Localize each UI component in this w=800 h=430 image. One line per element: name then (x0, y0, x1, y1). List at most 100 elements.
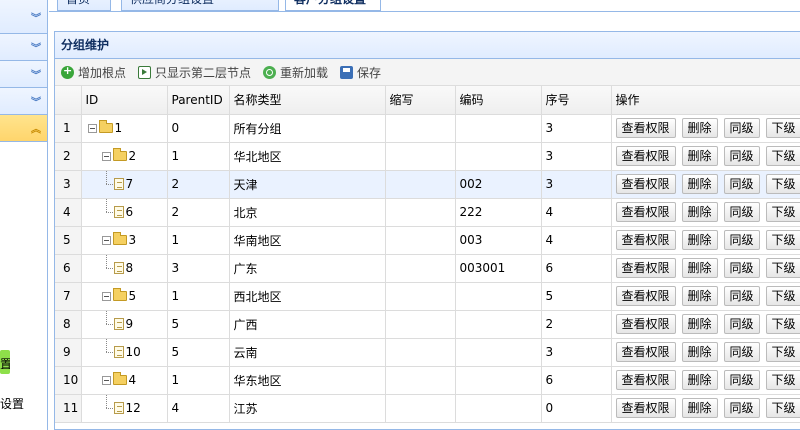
cell-seq: 3 (541, 338, 612, 367)
view-permission-button[interactable]: 查看权限 (615, 370, 676, 390)
add-child-button[interactable]: 下级 (765, 398, 800, 418)
delete-button[interactable]: 删除 (681, 258, 718, 278)
add-child-button[interactable]: 下级 (765, 370, 800, 390)
tree-node[interactable]: 9 (86, 310, 163, 331)
delete-button[interactable]: 删除 (681, 118, 718, 138)
add-sibling-button[interactable]: 同级 (723, 230, 760, 250)
add-sibling-button[interactable]: 同级 (723, 202, 760, 222)
collapse-icon[interactable] (101, 151, 111, 161)
table-row[interactable]: 1 1 0 所有分组 3 查看权限 删除 同级 下级 (55, 114, 800, 143)
filter-icon (138, 65, 152, 79)
add-root-button[interactable]: 增加根点 (61, 64, 126, 81)
view-permission-button[interactable]: 查看权限 (615, 230, 676, 250)
delete-button[interactable]: 删除 (681, 286, 718, 306)
nav-section-2[interactable]: ︾ (0, 34, 47, 61)
nav-section-4[interactable]: ︾ (0, 88, 47, 115)
view-permission-button[interactable]: 查看权限 (615, 118, 676, 138)
nav-section-1[interactable]: ︾ (0, 0, 47, 34)
add-sibling-button[interactable]: 同级 (723, 258, 760, 278)
collapse-icon[interactable] (87, 123, 97, 133)
cell-seq: 6 (541, 366, 612, 395)
view-permission-button[interactable]: 查看权限 (615, 314, 676, 334)
reload-button[interactable]: 重新加载 (263, 64, 328, 81)
tab-supplier-group[interactable]: 供应商分组设置 (121, 0, 279, 11)
add-sibling-button[interactable]: 同级 (723, 342, 760, 362)
add-sibling-button[interactable]: 同级 (723, 370, 760, 390)
view-permission-button[interactable]: 查看权限 (615, 146, 676, 166)
table-row[interactable]: 9 10 5 云南 3 查看权限 删除 同级 下级 (55, 338, 800, 367)
tab-customer-group[interactable]: 客户分组设置 (285, 0, 381, 11)
delete-button[interactable]: 删除 (681, 146, 718, 166)
tree-node[interactable]: 3 (86, 232, 163, 247)
add-child-button[interactable]: 下级 (765, 118, 800, 138)
show-second-level-button[interactable]: 只显示第二层节点 (138, 64, 251, 81)
view-permission-button[interactable]: 查看权限 (615, 342, 676, 362)
delete-button[interactable]: 删除 (681, 230, 718, 250)
add-child-button[interactable]: 下级 (765, 202, 800, 222)
cell-actions: 查看权限 删除 同级 下级 (611, 394, 800, 423)
save-button[interactable]: 保存 (340, 64, 381, 81)
column-header-id[interactable]: ID (81, 86, 168, 115)
delete-button[interactable]: 删除 (681, 174, 718, 194)
table-row[interactable]: 5 3 1 华南地区 003 4 查看权限 删除 同级 下级 (55, 226, 800, 255)
node-id: 12 (125, 401, 141, 415)
column-header-actions: 操作 (611, 86, 800, 115)
delete-button[interactable]: 删除 (681, 202, 718, 222)
tree-node[interactable]: 2 (86, 148, 163, 163)
add-child-button[interactable]: 下级 (765, 146, 800, 166)
table-row[interactable]: 10 4 1 华东地区 6 查看权限 删除 同级 下级 (55, 366, 800, 395)
delete-button[interactable]: 删除 (681, 314, 718, 334)
add-sibling-button[interactable]: 同级 (723, 314, 760, 334)
column-header-abbr[interactable]: 缩写 (385, 86, 456, 115)
column-header-seq[interactable]: 序号 (541, 86, 612, 115)
view-permission-button[interactable]: 查看权限 (615, 286, 676, 306)
cell-name: 所有分组 (229, 114, 386, 143)
table-row[interactable]: 7 5 1 西北地区 5 查看权限 删除 同级 下级 (55, 282, 800, 311)
nav-item-settings[interactable]: 设置 (0, 395, 48, 412)
tree-node[interactable]: 8 (86, 254, 163, 275)
add-child-button[interactable]: 下级 (765, 230, 800, 250)
view-permission-button[interactable]: 查看权限 (615, 258, 676, 278)
tree-node[interactable]: 10 (86, 338, 163, 359)
nav-section-active[interactable]: ︽ (0, 115, 47, 142)
cell-actions: 查看权限 删除 同级 下级 (611, 310, 800, 339)
table-row[interactable]: 8 9 5 广西 2 查看权限 删除 同级 下级 (55, 310, 800, 339)
add-child-button[interactable]: 下级 (765, 258, 800, 278)
add-child-button[interactable]: 下级 (765, 174, 800, 194)
collapse-icon[interactable] (101, 235, 111, 245)
tab-home[interactable]: 首页 (57, 0, 111, 11)
add-sibling-button[interactable]: 同级 (723, 174, 760, 194)
tree-node[interactable]: 4 (86, 372, 163, 387)
collapse-icon[interactable] (101, 375, 111, 385)
add-sibling-button[interactable]: 同级 (723, 118, 760, 138)
table-row[interactable]: 3 7 2 天津 002 3 查看权限 删除 同级 下级 (55, 170, 800, 199)
view-permission-button[interactable]: 查看权限 (615, 202, 676, 222)
view-permission-button[interactable]: 查看权限 (615, 174, 676, 194)
delete-button[interactable]: 删除 (681, 370, 718, 390)
add-sibling-button[interactable]: 同级 (723, 398, 760, 418)
table-row[interactable]: 2 2 1 华北地区 3 查看权限 删除 同级 下级 (55, 142, 800, 171)
add-sibling-button[interactable]: 同级 (723, 146, 760, 166)
table-row[interactable]: 6 8 3 广东 003001 6 查看权限 删除 同级 下级 (55, 254, 800, 283)
table-row[interactable]: 11 12 4 江苏 0 查看权限 删除 同级 下级 (55, 394, 800, 423)
tree-node[interactable]: 6 (86, 198, 163, 219)
collapse-icon[interactable] (101, 291, 111, 301)
add-child-button[interactable]: 下级 (765, 314, 800, 334)
nav-item-selected[interactable]: 置 (0, 350, 10, 374)
add-sibling-button[interactable]: 同级 (723, 286, 760, 306)
table-row[interactable]: 4 6 2 北京 222 4 查看权限 删除 同级 下级 (55, 198, 800, 227)
tree-node[interactable]: 1 (86, 120, 163, 135)
add-child-button[interactable]: 下级 (765, 342, 800, 362)
delete-button[interactable]: 删除 (681, 342, 718, 362)
column-header-rownum (55, 86, 82, 115)
add-child-button[interactable]: 下级 (765, 286, 800, 306)
column-header-code[interactable]: 编码 (455, 86, 542, 115)
tree-node[interactable]: 12 (86, 394, 163, 415)
column-header-name[interactable]: 名称类型 (229, 86, 386, 115)
column-header-parentid[interactable]: ParentID (167, 86, 230, 115)
view-permission-button[interactable]: 查看权限 (615, 398, 676, 418)
nav-section-3[interactable]: ︾ (0, 61, 47, 88)
tree-node[interactable]: 7 (86, 170, 163, 191)
delete-button[interactable]: 删除 (681, 398, 718, 418)
tree-node[interactable]: 5 (86, 288, 163, 303)
